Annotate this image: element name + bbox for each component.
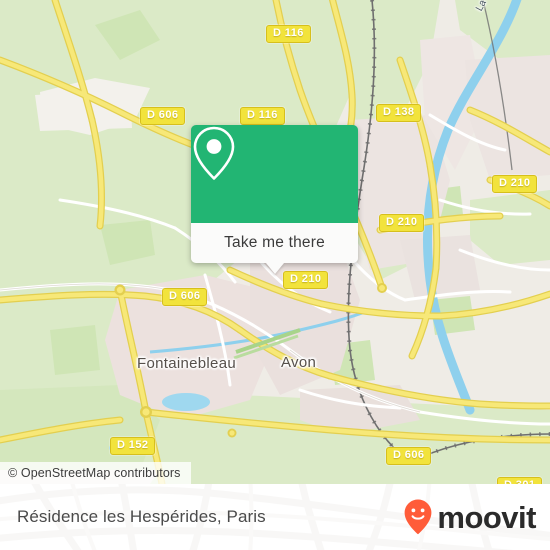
road-shield-d138[interactable]: D 138 <box>376 104 422 122</box>
road-shield-d210-center[interactable]: D 210 <box>283 271 329 289</box>
road-shield-d606-northwest[interactable]: D 606 <box>140 107 186 125</box>
moovit-map-screenshot: Fontainebleau Avon La Seine D 116 D 606 … <box>0 0 550 550</box>
moovit-brand-logo[interactable]: moovit <box>403 484 536 550</box>
road-shield-d210-east[interactable]: D 210 <box>492 175 538 193</box>
place-label-fontainebleau: Fontainebleau <box>137 355 236 372</box>
road-shield-d210-mid[interactable]: D 210 <box>379 214 425 232</box>
road-shield-d606-west[interactable]: D 606 <box>162 288 208 306</box>
road-shield-d152[interactable]: D 152 <box>110 437 156 455</box>
road-shield-d301[interactable]: D 301 <box>497 477 543 484</box>
road-shield-d116-center[interactable]: D 116 <box>240 107 285 125</box>
moovit-wordmark: moovit <box>437 499 536 535</box>
footer-location-title: Résidence les Hespérides, Paris <box>17 507 266 526</box>
moovit-pin-smiley-icon <box>404 499 432 535</box>
popup-tail-pointer <box>265 263 284 274</box>
map-pin-icon <box>193 126 235 180</box>
road-shield-d116-north[interactable]: D 116 <box>266 25 311 43</box>
location-popup-card[interactable]: Take me there <box>191 125 358 274</box>
popup-footer[interactable]: Take me there <box>191 223 358 274</box>
osm-attribution[interactable]: © OpenStreetMap contributors <box>0 462 191 484</box>
map-canvas[interactable]: Fontainebleau Avon La Seine D 116 D 606 … <box>0 0 550 484</box>
place-label-avon: Avon <box>281 354 317 371</box>
road-shield-d606-south[interactable]: D 606 <box>386 447 432 465</box>
popup-header <box>191 125 358 223</box>
footer-bar: Résidence les Hespérides, Paris moovit <box>0 484 550 550</box>
take-me-there-label: Take me there <box>224 234 325 251</box>
